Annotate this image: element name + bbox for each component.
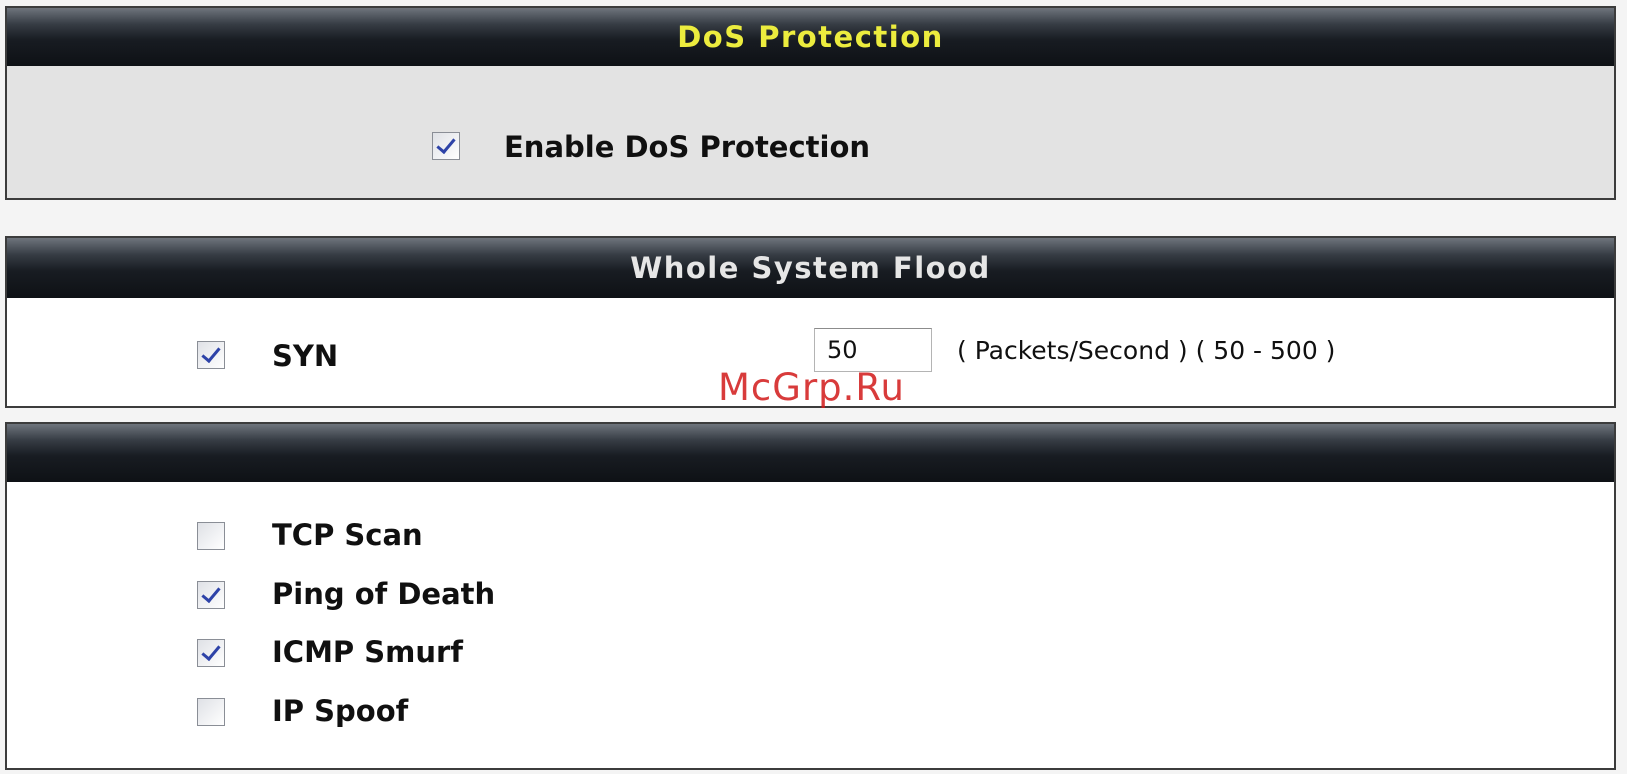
watermark: McGrp.Ru <box>718 366 905 409</box>
dos-protection-panel: DoS Protection Enable DoS Protection <box>5 6 1616 200</box>
ip-spoof-label: IP Spoof <box>272 694 409 728</box>
ping-of-death-checkbox[interactable] <box>197 581 225 609</box>
icmp-smurf-label: ICMP Smurf <box>272 635 463 669</box>
attack-types-header <box>7 424 1614 482</box>
tcp-scan-label: TCP Scan <box>272 518 423 552</box>
syn-checkbox[interactable] <box>197 341 225 369</box>
whole-system-flood-header: Whole System Flood <box>7 238 1614 298</box>
attack-types-panel: TCP Scan Ping of Death ICMP Smurf IP Spo… <box>5 422 1616 770</box>
ping-of-death-label: Ping of Death <box>272 577 496 611</box>
dos-protection-header: DoS Protection <box>7 8 1614 66</box>
enable-dos-label: Enable DoS Protection <box>504 130 871 164</box>
syn-rate-unit: ( Packets/Second ) ( 50 - 500 ) <box>957 336 1336 365</box>
ip-spoof-checkbox[interactable] <box>197 698 225 726</box>
icmp-smurf-checkbox[interactable] <box>197 639 225 667</box>
tcp-scan-checkbox[interactable] <box>197 522 225 550</box>
enable-dos-checkbox[interactable] <box>432 132 460 160</box>
syn-label: SYN <box>272 339 339 373</box>
